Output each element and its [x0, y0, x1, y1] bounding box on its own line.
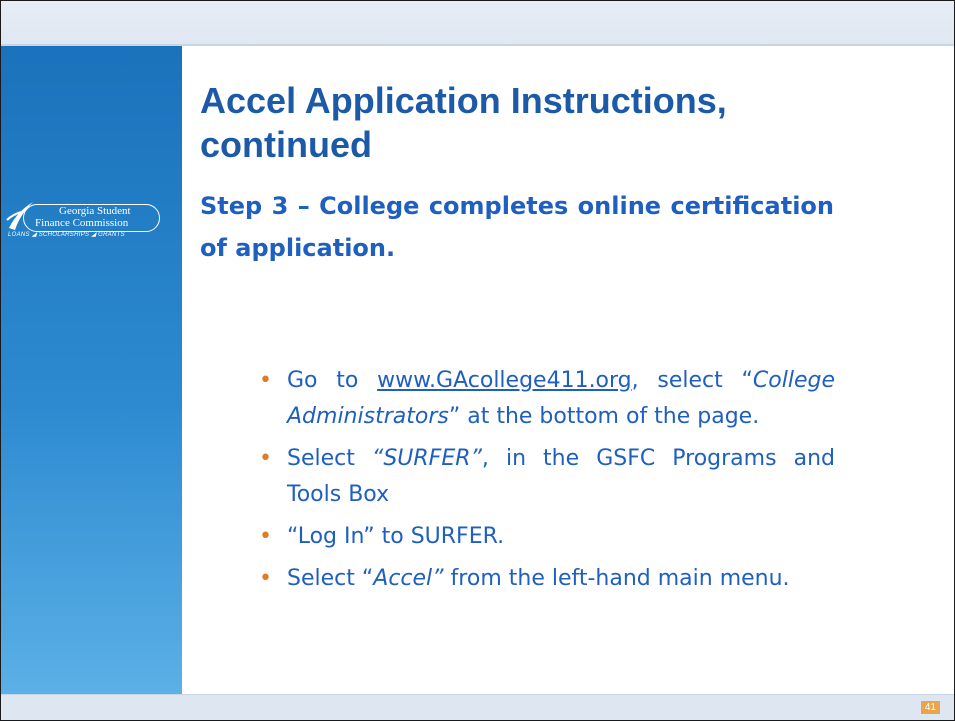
b4-emphasis: Accel”	[373, 566, 444, 591]
instruction-list: • Go to www.GAcollege411.org, select “Co…	[259, 363, 835, 603]
b4-text2: from the left-hand main menu.	[443, 566, 790, 591]
logo-swoosh-icon	[6, 202, 33, 230]
b1-text1: Go to	[287, 368, 378, 393]
slide: Georgia Student Finance Commission LOANS…	[0, 0, 955, 721]
b2-emphasis: “SURFER”	[371, 446, 482, 471]
b3-text1: “Log In” to SURFER.	[287, 524, 505, 549]
b1-text2: , select “	[631, 368, 753, 393]
list-item: • Go to www.GAcollege411.org, select “Co…	[259, 363, 835, 435]
logo-line2: Finance Commission	[35, 217, 129, 229]
slide-number: 41	[920, 701, 940, 714]
list-item: • Select “Accel” from the left-hand main…	[259, 561, 835, 597]
logo-line1: Georgia Student	[59, 205, 131, 217]
gsfc-logo: Georgia Student Finance Commission LOANS…	[5, 196, 170, 238]
b1-text3: ” at the bottom of the page.	[448, 404, 760, 429]
bullet-icon: •	[259, 524, 272, 549]
gacollege411-link[interactable]: www.GAcollege411.org	[377, 368, 632, 393]
b2-text1: Select	[287, 446, 372, 471]
bullet-icon: •	[259, 368, 272, 393]
bottom-band: 41	[1, 694, 954, 720]
bullet-icon: •	[259, 566, 272, 591]
list-item: • Select “SURFER”, in the GSFC Programs …	[259, 441, 835, 513]
step-heading: Step 3 – College completes online certif…	[200, 192, 834, 262]
slide-title: Accel Application Instructions, continue…	[200, 80, 727, 165]
b4-text1: Select “	[287, 566, 374, 591]
list-item: • “Log In” to SURFER.	[259, 519, 835, 555]
logo-tagline: LOANS ◢ SCHOLARSHIPS ◢ GRANTS	[8, 232, 125, 238]
bullet-icon: •	[259, 446, 272, 471]
top-band	[1, 1, 954, 46]
side-panel: Georgia Student Finance Commission LOANS…	[1, 46, 182, 694]
